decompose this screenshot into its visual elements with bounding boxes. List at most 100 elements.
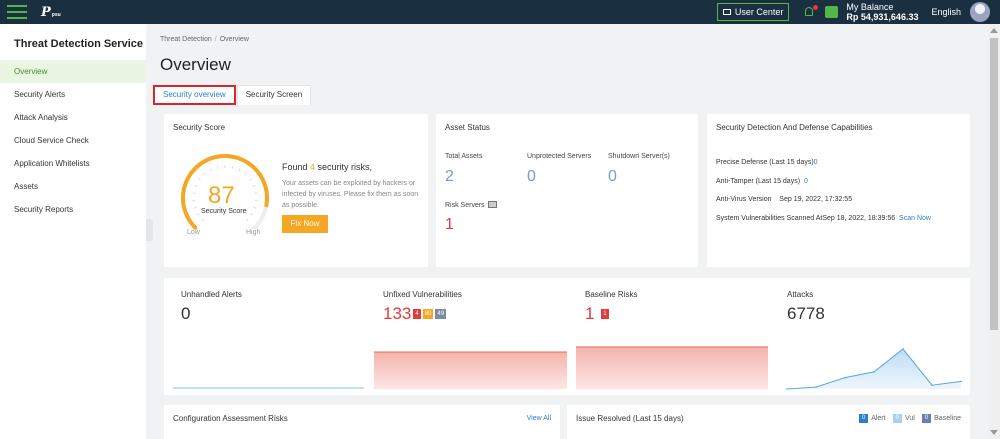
legend-alert-count: 0 (858, 414, 869, 423)
monitor-icon (722, 9, 731, 15)
attacks-point-5 (931, 384, 933, 386)
unfixed-vulns-label: Unfixed Vulnerabilities (383, 290, 462, 299)
server-icon (487, 201, 497, 208)
breadcrumb-current: Overview (219, 36, 249, 43)
legend-vul-label: Vul (904, 415, 915, 422)
gauge-tick (250, 213, 254, 216)
gauge-low-label: Low (187, 229, 200, 236)
sidebar-item-overview[interactable]: Overview (0, 60, 146, 83)
gauge-tick (194, 184, 198, 187)
sidebar-item-cloud-service-check[interactable]: Cloud Service Check (0, 129, 146, 152)
sidebar-item-security-alerts[interactable]: Security Alerts (0, 83, 146, 106)
language-selector[interactable]: English (931, 7, 961, 17)
avatar[interactable] (970, 2, 990, 22)
stats-card: Unhandled Alerts 0 Unfixed Vulnerabiliti… (164, 278, 970, 395)
legend-baseline[interactable]: 0 Baseline (921, 414, 961, 423)
anti-tamper-value[interactable]: 0 (804, 178, 808, 185)
unfixed-vulns-value[interactable]: 133 4 80 49 (383, 304, 447, 324)
gauge-tick (238, 168, 241, 172)
unhandled-alerts-label: Unhandled Alerts (181, 290, 242, 299)
risk-servers-value[interactable]: 1 (445, 216, 454, 234)
legend-alert[interactable]: 0 Alert (858, 414, 886, 423)
baseline-risks-label: Baseline Risks (585, 290, 638, 299)
gauge-tick (244, 172, 247, 176)
security-score-card: Security Score 87 Security Score Low Hig… (164, 114, 428, 267)
unprotected-servers-label: Unprotected Servers (527, 153, 592, 160)
menu-icon[interactable] (7, 5, 27, 19)
view-all-link[interactable]: View All (527, 415, 551, 422)
sidebar-collapse-handle[interactable] (146, 219, 153, 241)
baseline-badge: 1 (601, 309, 609, 319)
attacks-point-4 (902, 348, 904, 350)
user-center-label: User Center (734, 7, 784, 17)
attacks-point-3 (873, 371, 875, 373)
total-assets-value[interactable]: 2 (445, 168, 454, 186)
scroll-up-icon[interactable] (990, 28, 998, 33)
asset-status-title: Asset Status (445, 123, 490, 132)
logo[interactable]: P psu (41, 5, 61, 20)
shutdown-servers-value[interactable]: 0 (608, 168, 617, 186)
gauge-tick (245, 218, 249, 222)
attacks-point-6 (960, 380, 962, 383)
security-score-title: Security Score (173, 123, 226, 132)
legend-baseline-count: 0 (921, 414, 932, 423)
breadcrumb: Threat Detection / Overview (160, 36, 249, 43)
unprotected-servers-value[interactable]: 0 (527, 168, 536, 186)
scan-now-link[interactable]: Scan Now (899, 215, 931, 222)
tab-bar: Security overview Security Screen (153, 85, 312, 105)
config-risks-title: Configuration Assessment Risks (173, 414, 288, 423)
risks-found-text: Found 4 security risks, (282, 162, 373, 172)
issue-legend: 0 Alert 0 Vul 0 Baseline (852, 414, 961, 423)
breadcrumb-parent[interactable]: Threat Detection (160, 36, 212, 43)
balance[interactable]: My Balance Rp 54,931,646.33 (846, 2, 918, 22)
legend-vul[interactable]: 0 Vul (892, 414, 915, 423)
scroll-thumb[interactable] (990, 38, 998, 330)
precise-defense-row: Precise Defense (Last 15 days)0 (716, 159, 818, 166)
page-title: Overview (160, 55, 231, 74)
gauge-tick (203, 172, 206, 176)
shutdown-servers-label: Shutdown Server(s) (608, 153, 670, 160)
gauge-tick (252, 184, 256, 187)
gauge-tick (216, 165, 219, 169)
medium-badge: 49 (435, 309, 447, 319)
unhandled-alerts-value[interactable]: 0 (181, 304, 190, 324)
security-score-value: 87 (208, 182, 235, 209)
legend-vul-count: 0 (892, 414, 902, 423)
fix-now-button[interactable]: Fix Now (282, 215, 328, 233)
risk-servers-label: Risk Servers (445, 201, 497, 209)
attacks-point-1 (815, 386, 817, 388)
user-center-button[interactable]: User Center (716, 3, 790, 21)
gauge-tick (196, 213, 200, 216)
attacks-point-2 (844, 376, 846, 379)
sidebar-title: Threat Detection Service (14, 38, 143, 50)
gauge-tick (198, 178, 202, 181)
vuln-scan-row: System Vulnerabilities Scanned AtSep 18,… (716, 215, 931, 222)
wallet-icon[interactable] (825, 6, 839, 18)
risks-description: Your assets can be exploited by hackers … (282, 180, 419, 209)
high-badge: 80 (422, 309, 434, 319)
logo-subtext: psu (51, 11, 61, 18)
scroll-down-icon[interactable] (990, 430, 998, 435)
vulns-area (374, 352, 567, 389)
sidebar: Threat Detection Service Overview Securi… (0, 24, 146, 439)
sidebar-item-security-reports[interactable]: Security Reports (0, 198, 146, 221)
legend-baseline-label: Baseline (934, 415, 961, 422)
notification-bell-icon[interactable] (803, 5, 819, 19)
tab-security-overview[interactable]: Security overview (153, 85, 236, 105)
baseline-area (576, 347, 768, 389)
baseline-risks-value[interactable]: 1 1 (585, 304, 609, 324)
gauge-tick (248, 178, 252, 181)
sidebar-item-application-whitelists[interactable]: Application Whitelists (0, 152, 146, 175)
page-scrollbar[interactable] (988, 24, 1000, 439)
vuln-scan-time: Sep 18, 2022, 18:39:56 (822, 215, 896, 222)
attacks-area (787, 349, 961, 389)
attacks-value[interactable]: 6778 (787, 304, 825, 324)
logo-mark: P (41, 4, 51, 20)
sidebar-item-attack-analysis[interactable]: Attack Analysis (0, 106, 146, 129)
total-assets-label: Total Assets (445, 153, 483, 160)
precise-defense-value[interactable]: 0 (814, 159, 818, 166)
config-risks-card: Configuration Assessment Risks View All (164, 405, 560, 439)
balance-value: Rp 54,931,646.33 (846, 12, 919, 22)
sidebar-item-assets[interactable]: Assets (0, 175, 146, 198)
tab-security-screen[interactable]: Security Screen (236, 85, 312, 105)
